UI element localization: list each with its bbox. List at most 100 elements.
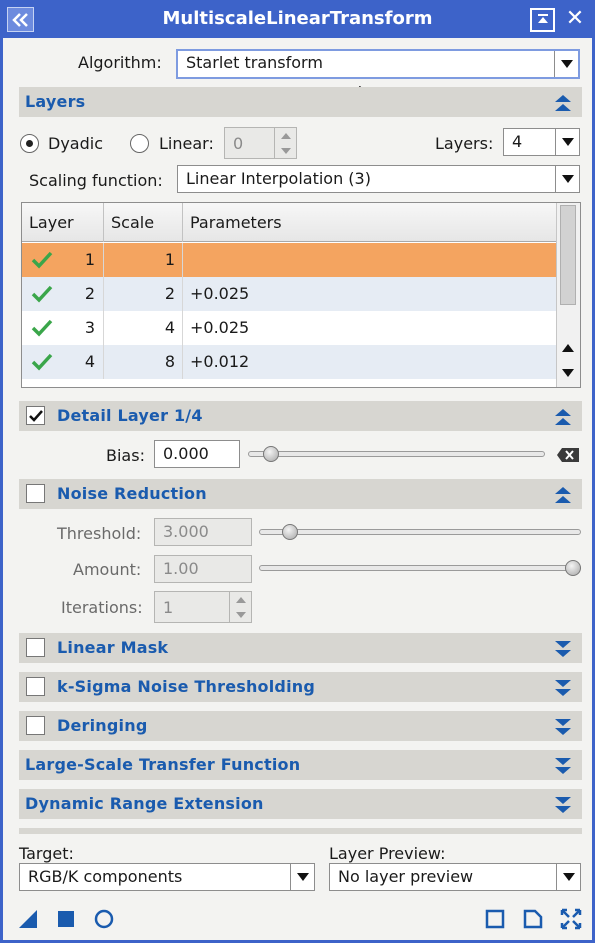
linear-mask-section-header[interactable]: Linear Mask xyxy=(19,633,582,663)
layer-cell: 4 xyxy=(22,345,104,379)
chevron-down-icon xyxy=(555,166,579,192)
parameters-cell: +0.025 xyxy=(190,318,250,337)
expand-icon[interactable] xyxy=(554,757,572,775)
title-bar: MultiscaleLinearTransform ✕ xyxy=(0,0,595,38)
large-scale-title: Large-Scale Transfer Function xyxy=(25,755,301,774)
collapse-icon[interactable] xyxy=(554,408,572,426)
close-icon: ✕ xyxy=(565,6,585,31)
spin-up-icon[interactable] xyxy=(275,128,296,143)
table-scrollbar[interactable] xyxy=(556,203,580,387)
preview-icon[interactable] xyxy=(484,908,506,930)
scrollbar-thumb[interactable] xyxy=(560,205,576,305)
k-sigma-section-header[interactable]: k-Sigma Noise Thresholding xyxy=(19,672,582,702)
dyadic-radio[interactable] xyxy=(20,134,39,153)
layers-table[interactable]: Layer Scale Parameters 1 1 2 2 +0.025 3 xyxy=(21,202,581,388)
iterations-spinbox[interactable]: 1 xyxy=(154,591,252,623)
layers-section-header[interactable]: Layers xyxy=(19,87,582,117)
bias-field[interactable]: 0.000 xyxy=(154,440,240,468)
table-row[interactable]: 3 4 +0.025 xyxy=(22,311,556,345)
collapse-icon[interactable] xyxy=(554,94,572,112)
apply-icon[interactable] xyxy=(55,908,77,930)
linear-mask-checkbox[interactable] xyxy=(26,638,45,657)
iterations-value: 1 xyxy=(163,598,174,617)
deringing-section-header[interactable]: Deringing xyxy=(19,711,582,741)
target-combo[interactable]: RGB/K components xyxy=(19,863,315,891)
new-instance-icon[interactable] xyxy=(17,908,39,930)
layer-number: 2 xyxy=(84,284,95,303)
scaling-function-combo[interactable]: Linear Interpolation (3) xyxy=(177,165,580,193)
bias-slider-handle[interactable] xyxy=(263,446,279,462)
noise-reduction-checkbox[interactable] xyxy=(26,484,45,503)
close-button[interactable]: ✕ xyxy=(563,7,587,31)
amount-label: Amount: xyxy=(73,560,142,579)
algorithm-combo[interactable]: Starlet transform xyxy=(176,49,580,79)
shade-icon xyxy=(537,14,548,23)
scroll-up-icon[interactable] xyxy=(562,344,574,352)
layer-number: 4 xyxy=(84,352,95,371)
expand-icon[interactable] xyxy=(554,640,572,658)
collapse-icon[interactable] xyxy=(554,486,572,504)
linear-radio[interactable] xyxy=(130,134,149,153)
maximize-icon[interactable] xyxy=(560,908,582,930)
layer-number: 1 xyxy=(84,250,95,269)
table-header: Layer Scale Parameters xyxy=(22,203,556,242)
chevron-down-icon xyxy=(556,864,580,890)
scale-cell: 1 xyxy=(104,243,183,277)
checkmark-icon[interactable] xyxy=(31,353,53,371)
linear-spinbox[interactable]: 0 xyxy=(224,127,297,159)
parameters-cell: +0.012 xyxy=(190,352,250,371)
layers-count-label: Layers: xyxy=(435,134,494,153)
layer-cell: 3 xyxy=(22,311,104,345)
threshold-slider[interactable] xyxy=(259,529,581,535)
table-row[interactable]: 4 8 +0.012 xyxy=(22,345,556,379)
spin-up-icon[interactable] xyxy=(230,592,251,607)
chevron-down-icon xyxy=(554,51,578,77)
expand-icon[interactable] xyxy=(554,718,572,736)
noise-reduction-section-header[interactable]: Noise Reduction xyxy=(19,479,582,509)
dyadic-label: Dyadic xyxy=(48,134,103,153)
amount-slider-handle[interactable] xyxy=(565,560,581,576)
chevron-down-icon xyxy=(290,864,314,890)
large-scale-section-header[interactable]: Large-Scale Transfer Function xyxy=(19,750,582,780)
detail-layer-title: Detail Layer 1/4 xyxy=(57,406,203,425)
noise-reduction-title: Noise Reduction xyxy=(57,484,207,503)
layers-count-combo[interactable]: 4 xyxy=(503,128,580,156)
amount-field[interactable]: 1.00 xyxy=(154,555,252,583)
checkmark-icon[interactable] xyxy=(31,285,53,303)
threshold-field[interactable]: 3.000 xyxy=(154,518,252,546)
layer-preview-combo[interactable]: No layer preview xyxy=(329,863,581,891)
parameters-cell xyxy=(183,243,556,277)
detail-layer-section-header[interactable]: Detail Layer 1/4 xyxy=(19,401,582,431)
checkmark-icon[interactable] xyxy=(31,251,53,269)
column-header-layer[interactable]: Layer xyxy=(22,203,104,242)
bias-slider[interactable] xyxy=(248,451,545,457)
spin-down-icon[interactable] xyxy=(230,607,251,622)
dynamic-range-title: Dynamic Range Extension xyxy=(25,794,264,813)
detail-layer-checkbox[interactable] xyxy=(26,406,45,425)
table-row[interactable]: 2 2 +0.025 xyxy=(22,277,556,311)
amount-slider[interactable] xyxy=(259,565,581,571)
checkmark-icon[interactable] xyxy=(31,319,53,337)
column-header-scale[interactable]: Scale xyxy=(104,203,183,242)
dynamic-range-section-header[interactable]: Dynamic Range Extension xyxy=(19,789,582,819)
target-value: RGB/K components xyxy=(28,867,183,886)
threshold-label: Threshold: xyxy=(57,524,142,543)
parameters-cell: +0.025 xyxy=(190,284,250,303)
k-sigma-checkbox[interactable] xyxy=(26,677,45,696)
threshold-slider-handle[interactable] xyxy=(282,524,298,540)
apply-global-icon[interactable] xyxy=(93,908,115,930)
column-header-parameters[interactable]: Parameters xyxy=(183,203,556,242)
deringing-checkbox[interactable] xyxy=(26,716,45,735)
spin-down-icon[interactable] xyxy=(275,143,296,158)
reset-icon[interactable] xyxy=(522,908,544,930)
check-icon xyxy=(28,409,43,422)
layers-count-value: 4 xyxy=(512,132,523,151)
expand-icon[interactable] xyxy=(554,679,572,697)
scroll-down-icon[interactable] xyxy=(562,369,574,377)
expand-icon[interactable] xyxy=(554,796,572,814)
shade-button[interactable] xyxy=(530,8,555,32)
reset-bias-icon[interactable] xyxy=(556,447,580,463)
algorithm-value: Starlet transform xyxy=(186,53,323,72)
layer-cell: 1 xyxy=(22,243,104,277)
table-row[interactable]: 1 1 xyxy=(22,243,556,277)
